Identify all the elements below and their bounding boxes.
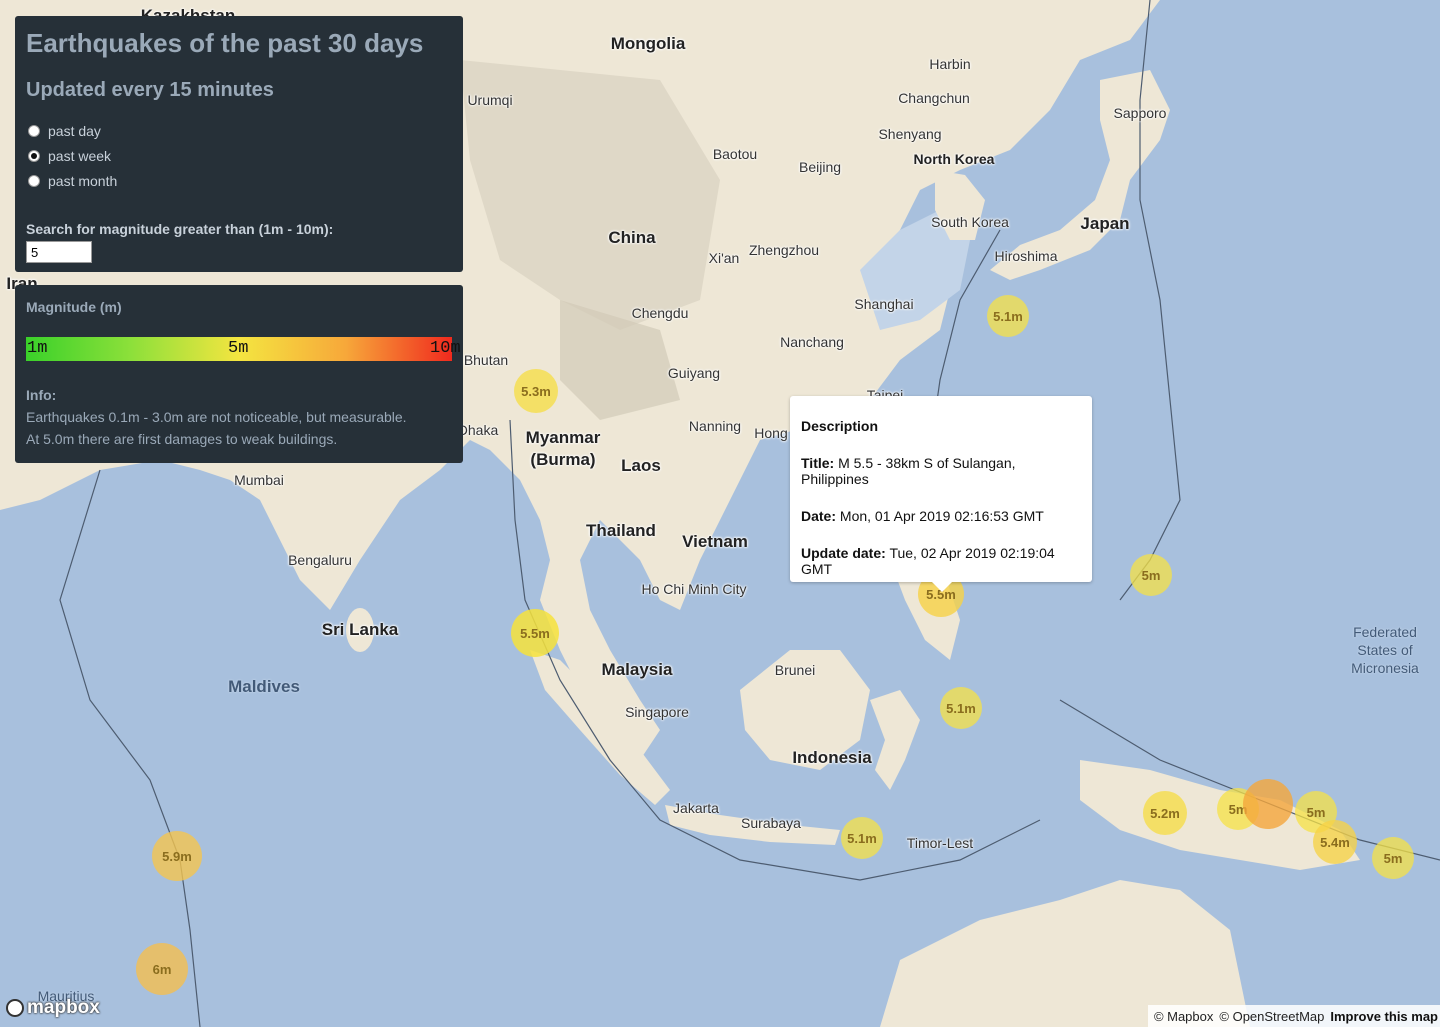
- place-label: Myanmar: [525, 428, 601, 447]
- popup-title-label: Title:: [801, 455, 835, 471]
- quake-marker[interactable]: 5.5m: [511, 609, 559, 657]
- info-title: Info:: [26, 387, 57, 403]
- place-label: Hiroshima: [994, 248, 1058, 264]
- popup-update-label: Update date:: [801, 545, 886, 561]
- quake-marker[interactable]: 5.4m: [1313, 820, 1357, 864]
- quake-marker[interactable]: 6m: [136, 943, 188, 995]
- quake-marker[interactable]: 5m: [1130, 554, 1172, 596]
- panel-subtitle: Updated every 15 minutes: [26, 79, 274, 101]
- place-label: Jakarta: [673, 800, 719, 816]
- place-label: Maldives: [228, 677, 300, 696]
- quake-marker[interactable]: 5.1m: [987, 295, 1029, 337]
- place-label: Changchun: [898, 90, 970, 106]
- popup-heading: Description: [801, 418, 879, 434]
- place-label: Singapore: [625, 704, 689, 720]
- info-line: Earthquakes 0.1m - 3.0m are not noticeab…: [26, 409, 407, 425]
- popup-date-label: Date:: [801, 508, 837, 524]
- place-label: Brunei: [774, 662, 816, 678]
- scale-label-mid: 5m: [228, 339, 249, 358]
- panel-title: Earthquakes of the past 30 days: [26, 28, 424, 58]
- place-label: Bhutan: [463, 352, 509, 368]
- place-label: Beijing: [798, 159, 842, 175]
- legend-title: Magnitude (m): [26, 299, 122, 315]
- place-label: Nanning: [688, 418, 742, 434]
- controls-panel: Earthquakes of the past 30 days Updated …: [15, 16, 463, 272]
- place-label: Ho Chi Minh City: [641, 581, 747, 597]
- scale-label-max: 10m: [430, 339, 461, 358]
- radio-label: past month: [48, 172, 118, 189]
- place-label: Chengdu: [631, 305, 689, 321]
- popup-date-value: Mon, 01 Apr 2019 02:16:53 GMT: [839, 508, 1044, 524]
- search-label: Search for magnitude greater than (1m - …: [26, 221, 334, 237]
- mapbox-logo-icon: [6, 999, 24, 1017]
- place-label: Sri Lanka: [321, 620, 399, 639]
- place-label: Japan: [1080, 214, 1130, 233]
- radio-button[interactable]: [28, 174, 40, 187]
- place-label: Zhengzhou: [748, 242, 820, 258]
- radio-past-week[interactable]: past week: [26, 143, 452, 168]
- place-label: Dhaka: [457, 422, 499, 438]
- place-label: Laos: [621, 456, 661, 475]
- place-label: Indonesia: [792, 748, 872, 767]
- quake-marker[interactable]: 5m: [1372, 837, 1414, 879]
- popup-title-value: M 5.5 - 38km S of Sulangan, Philippines: [801, 455, 1016, 487]
- radio-past-day[interactable]: past day: [26, 118, 452, 143]
- magnitude-gradient: 1m 5m 10m: [26, 337, 461, 361]
- radio-button[interactable]: [28, 149, 40, 162]
- place-label: North Korea: [913, 151, 995, 167]
- info-line: At 5.0m there are first damages to weak …: [26, 431, 338, 447]
- radio-button[interactable]: [28, 124, 40, 137]
- improve-map-link[interactable]: Improve this map: [1330, 1009, 1438, 1024]
- place-label: States of: [1357, 642, 1413, 658]
- place-label: Malaysia: [601, 660, 673, 679]
- place-label: Vietnam: [682, 532, 748, 551]
- quake-marker[interactable]: 5.1m: [940, 687, 982, 729]
- quake-marker[interactable]: 5.1m: [841, 817, 883, 859]
- mapbox-logo-text: mapbox: [27, 997, 100, 1018]
- place-label: Micronesia: [1351, 660, 1419, 676]
- place-label: China: [608, 228, 656, 247]
- place-label: South Korea: [931, 214, 1009, 230]
- quake-popup: Description Title: M 5.5 - 38km S of Sul…: [790, 396, 1092, 592]
- place-label: Mumbai: [234, 472, 284, 488]
- place-label: Shanghai: [854, 296, 914, 312]
- legend-panel: Magnitude (m) 1m 5m 10m Info: Earthquake…: [15, 285, 463, 463]
- place-label: Nanchang: [780, 334, 844, 350]
- place-label: Hong: [754, 425, 788, 441]
- attribution-mapbox-link[interactable]: © Mapbox: [1154, 1009, 1213, 1024]
- place-label: Guiyang: [667, 365, 721, 381]
- radio-label: past day: [48, 122, 101, 139]
- radio-past-month[interactable]: past month: [26, 168, 452, 193]
- quake-marker[interactable]: [1243, 779, 1293, 829]
- attribution-bar: © Mapbox © OpenStreetMap Improve this ma…: [1147, 1005, 1440, 1027]
- quake-marker[interactable]: 5.3m: [514, 369, 558, 413]
- mapbox-logo[interactable]: mapbox: [6, 997, 100, 1019]
- place-label: Mongolia: [610, 34, 686, 53]
- radio-label: past week: [48, 147, 112, 164]
- place-label: Urumqi: [467, 92, 513, 108]
- place-label: Thailand: [586, 521, 656, 540]
- place-label: Surabaya: [741, 815, 801, 831]
- place-label: (Burma): [530, 450, 596, 469]
- place-label: Xi'an: [708, 250, 740, 266]
- place-label: Shenyang: [878, 126, 942, 142]
- quake-marker[interactable]: 5.9m: [152, 831, 202, 881]
- magnitude-input[interactable]: [26, 241, 92, 263]
- place-label: Baotou: [712, 146, 758, 162]
- quake-marker[interactable]: 5.2m: [1143, 791, 1187, 835]
- place-label: Sapporo: [1113, 105, 1167, 121]
- place-label: Federated: [1353, 624, 1417, 640]
- place-label: Harbin: [929, 56, 971, 72]
- attribution-osm-link[interactable]: © OpenStreetMap: [1219, 1009, 1324, 1024]
- place-label: Timor-Lest: [906, 835, 974, 851]
- place-label: Bengaluru: [288, 552, 352, 568]
- scale-label-min: 1m: [27, 339, 48, 358]
